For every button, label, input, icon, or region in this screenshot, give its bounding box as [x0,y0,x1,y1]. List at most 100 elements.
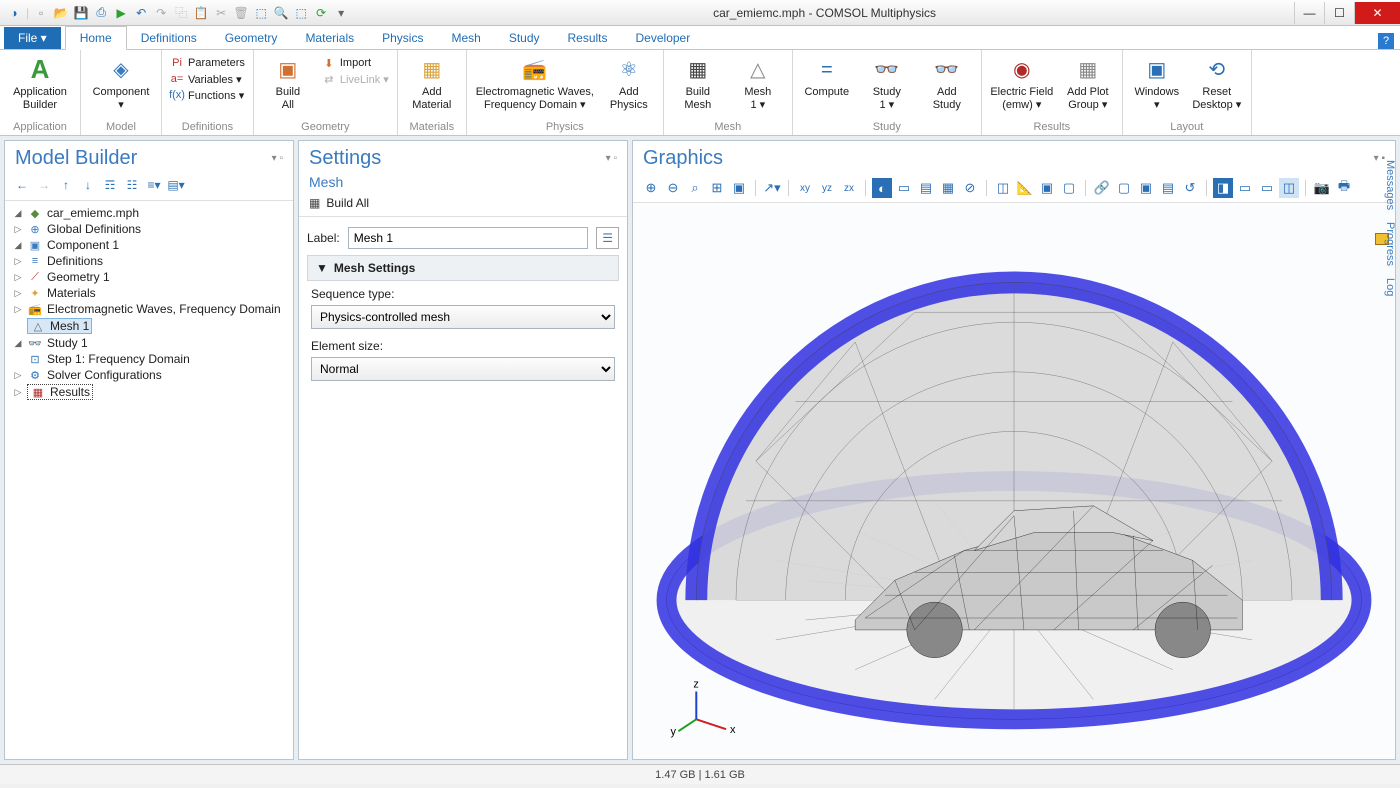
minimize-button[interactable]: — [1294,2,1324,24]
saveall-icon[interactable]: ⎙ [93,5,109,21]
xy-view-icon[interactable]: xy [795,178,815,198]
refresh-icon[interactable]: ⟳ [313,5,329,21]
dropdown-icon[interactable]: ▾ [333,5,349,21]
tab-home[interactable]: Home [65,26,127,50]
forward-icon[interactable]: → [35,176,53,194]
zoom-out-icon[interactable]: ⊖ [663,178,683,198]
paste-icon[interactable]: 📋 [193,5,209,21]
component-button[interactable]: ◈ Component ▾ [89,52,153,111]
log-tab[interactable]: Log [1384,278,1396,296]
view3-icon[interactable]: ◫ [1279,178,1299,198]
reset-view-icon[interactable]: ↺ [1180,178,1200,198]
tree-item[interactable]: Solver Configurations [47,368,162,382]
axis-icon[interactable]: ↗▾ [762,178,782,198]
tab-geometry[interactable]: Geometry [211,27,292,49]
add-study-button[interactable]: 👓 Add Study [921,52,973,111]
expand2-icon[interactable]: ▤▾ [167,176,185,194]
wireframe-icon[interactable]: ▤ [916,178,936,198]
find-icon[interactable]: 🔍 [273,5,289,21]
tree-item[interactable]: Component 1 [47,238,119,252]
panel-menu-icon[interactable]: ▾ ▫ [272,153,283,164]
tab-results[interactable]: Results [554,27,622,49]
progress-tab[interactable]: Progress [1384,222,1396,266]
windows-button[interactable]: ▣ Windows ▾ [1131,52,1183,111]
mesh-settings-section[interactable]: ▼ Mesh Settings [307,255,619,281]
transparency-icon[interactable]: ▭ [894,178,914,198]
tree-item[interactable]: Materials [47,286,96,300]
variables-button[interactable]: a=Variables ▾ [170,72,245,86]
copy-icon[interactable]: ⿻ [173,5,189,21]
save-icon[interactable]: 💾 [73,5,89,21]
down-icon[interactable]: ↓ [79,176,97,194]
panel-menu-icon[interactable]: ▾ ▫ [606,153,617,164]
hide-icon[interactable]: ⊘ [960,178,980,198]
goto-icon[interactable]: ☰ [596,227,619,249]
print-icon[interactable]: 🖶 [1334,178,1354,198]
add-material-button[interactable]: ▦ Add Material [406,52,458,111]
reset-desktop-button[interactable]: ⟲ Reset Desktop ▾ [1191,52,1243,111]
tree-item[interactable]: Electromagnetic Waves, Frequency Domain [47,302,281,316]
tree-item[interactable]: Step 1: Frequency Domain [47,352,190,366]
cut-icon[interactable]: ✂ [213,5,229,21]
tree-item[interactable]: Study 1 [47,336,88,350]
undo-icon[interactable]: ↶ [133,5,149,21]
add-plot-group-button[interactable]: ▦ Add Plot Group ▾ [1062,52,1114,111]
tab-developer[interactable]: Developer [622,27,705,49]
mesh-dropdown-button[interactable]: △ Mesh 1 ▾ [732,52,784,111]
zoom-extents-icon[interactable]: ⊞ [707,178,727,198]
file-menu[interactable]: File ▾ [4,27,61,49]
list-icon[interactable]: ≡▾ [145,176,163,194]
new-icon[interactable]: ▫ [33,5,49,21]
tree-item[interactable]: Global Definitions [47,222,141,236]
open-icon[interactable]: 📂 [53,5,69,21]
select-icon[interactable]: ⬚ [253,5,269,21]
box-icon[interactable]: ▢ [1114,178,1134,198]
collapse-icon[interactable]: ☷ [123,176,141,194]
label-input[interactable] [348,227,589,249]
tree-item[interactable]: Definitions [47,254,103,268]
deselect-icon[interactable]: ▢ [1059,178,1079,198]
deselect-icon[interactable]: ⬚ [293,5,309,21]
measure-icon[interactable]: 📐 [1015,178,1035,198]
sequence-type-select[interactable]: Physics-controlled mesh [311,305,615,329]
scene-light-icon[interactable]: ◐ [872,178,892,198]
link-icon[interactable]: 🔗 [1092,178,1112,198]
build-mesh-button[interactable]: ▦ Build Mesh [672,52,724,111]
model-tree[interactable]: ◢◆car_emiemc.mph ▷⊕Global Definitions ◢▣… [5,201,293,759]
select-all-icon[interactable]: ▣ [1037,178,1057,198]
zx-view-icon[interactable]: zx [839,178,859,198]
functions-button[interactable]: f(x)Functions ▾ [170,88,245,102]
delete-icon[interactable]: 🗑 [233,5,249,21]
zoom-selected-icon[interactable]: ▣ [729,178,749,198]
emw-physics-button[interactable]: 📻 Electromagnetic Waves, Frequency Domai… [475,52,595,111]
zoom-box-icon[interactable]: ⌕ [685,178,705,198]
add-physics-button[interactable]: ⚛ Add Physics [603,52,655,111]
import-button[interactable]: ⬇Import [322,56,389,70]
up-icon[interactable]: ↑ [57,176,75,194]
help-button[interactable]: ? [1378,33,1394,49]
tree-item-selected[interactable]: Mesh 1 [50,319,89,333]
parameters-button[interactable]: PiParameters [170,56,245,70]
electric-field-button[interactable]: ◉ Electric Field (emw) ▾ [990,52,1054,111]
build-all-button[interactable]: Build All [326,196,369,210]
box3-icon[interactable]: ▤ [1158,178,1178,198]
run-icon[interactable]: ▶ [113,5,129,21]
tab-materials[interactable]: Materials [291,27,368,49]
tree-root[interactable]: car_emiemc.mph [47,206,139,220]
expand-icon[interactable]: ☶ [101,176,119,194]
zoom-in-icon[interactable]: ⊕ [641,178,661,198]
grid-icon[interactable]: ▦ [938,178,958,198]
element-size-select[interactable]: Normal [311,357,615,381]
tab-physics[interactable]: Physics [368,27,437,49]
box2-icon[interactable]: ▣ [1136,178,1156,198]
graphics-canvas[interactable]: x y z [633,203,1395,759]
clip-icon[interactable]: ◫ [993,178,1013,198]
view1-icon[interactable]: ▭ [1235,178,1255,198]
tab-definitions[interactable]: Definitions [127,27,211,49]
tab-study[interactable]: Study [495,27,554,49]
tree-item[interactable]: Geometry 1 [47,270,110,284]
view2-icon[interactable]: ▭ [1257,178,1277,198]
study-dropdown-button[interactable]: 👓 Study 1 ▾ [861,52,913,111]
maximize-button[interactable]: ☐ [1324,2,1354,24]
redo-icon[interactable]: ↷ [153,5,169,21]
